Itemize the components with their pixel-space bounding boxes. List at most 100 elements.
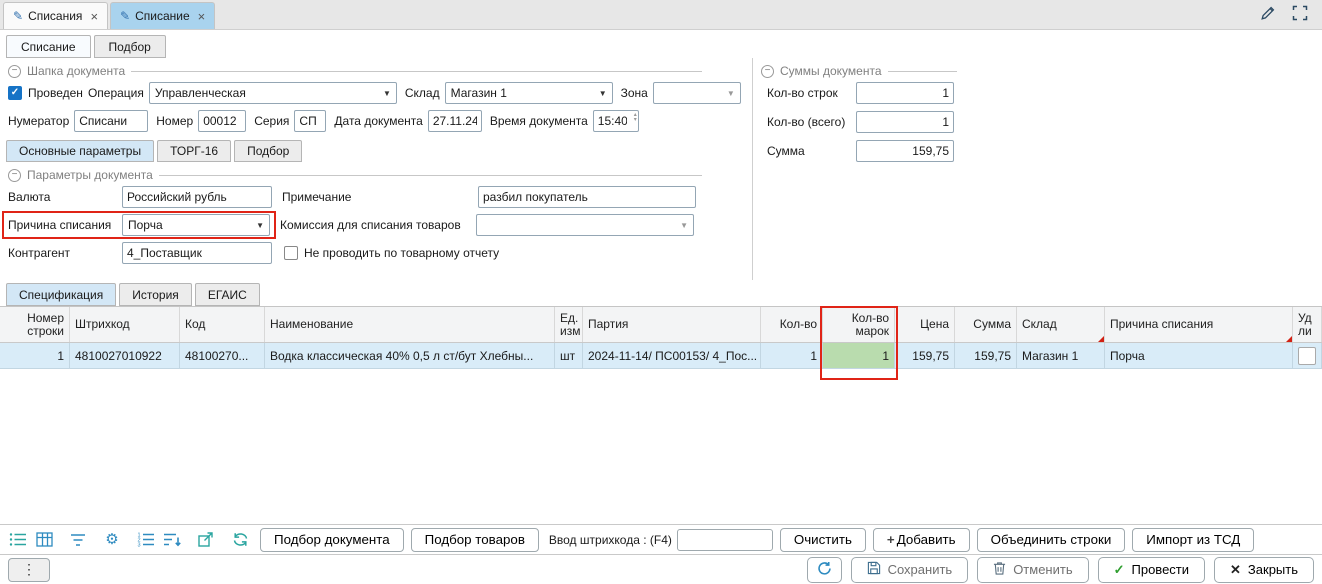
refresh-button[interactable]: [807, 557, 842, 583]
cell-reason[interactable]: Порча: [1105, 343, 1293, 369]
sklad-label: Склад: [405, 86, 440, 100]
list-view-icon[interactable]: [5, 529, 31, 551]
tab-close-icon[interactable]: ×: [90, 9, 98, 24]
zona-select[interactable]: ▼: [653, 82, 741, 104]
column-header-marks[interactable]: Кол-во марок: [823, 307, 895, 342]
time-spinner-icon[interactable]: ▴▾: [634, 113, 637, 123]
nomer-input[interactable]: [198, 110, 246, 132]
collapse-icon[interactable]: −: [8, 65, 21, 78]
window-tab-spisanie[interactable]: ✎ Списание ×: [110, 2, 215, 29]
column-header-sum[interactable]: Сумма: [955, 307, 1017, 342]
fullscreen-icon[interactable]: [1292, 5, 1308, 24]
numbered-list-icon[interactable]: 123: [133, 529, 159, 551]
cancel-button[interactable]: Отменить: [977, 557, 1088, 583]
doc-time-input[interactable]: [593, 110, 639, 132]
clear-button[interactable]: Очистить: [780, 528, 866, 552]
check-icon: ✓: [11, 88, 19, 98]
cell-num[interactable]: 1: [0, 343, 70, 369]
cancel-label: Отменить: [1013, 562, 1072, 577]
table-view-icon[interactable]: [31, 529, 57, 551]
column-header-reason[interactable]: Причина списания: [1105, 307, 1293, 342]
column-header-code[interactable]: Код: [180, 307, 265, 342]
cell-sklad[interactable]: Магазин 1: [1017, 343, 1105, 369]
collapse-icon[interactable]: −: [761, 65, 774, 78]
column-header-name[interactable]: Наименование: [265, 307, 555, 342]
tab-close-icon[interactable]: ×: [198, 9, 206, 24]
komissiya-label: Комиссия для списания товаров: [280, 218, 476, 232]
merge-rows-button[interactable]: Объединить строки: [977, 528, 1126, 552]
document-header-panel: − Шапка документа ✓ Проведен Операция Уп…: [0, 58, 752, 280]
summa-input[interactable]: [856, 140, 954, 162]
column-header-num[interactable]: Номер строки: [0, 307, 70, 342]
tab-torg-16[interactable]: ТОРГ-16: [157, 140, 231, 162]
numerator-input[interactable]: [74, 110, 148, 132]
column-header-delete[interactable]: Уд ли: [1293, 307, 1322, 342]
podbor-documenta-button[interactable]: Подбор документа: [260, 528, 404, 552]
cell-qty[interactable]: 1: [761, 343, 823, 369]
window-tab-spisaniya[interactable]: ✎ Списания ×: [3, 2, 108, 29]
column-header-barcode[interactable]: Штрихкод: [70, 307, 180, 342]
doc-time-label: Время документа: [490, 114, 588, 128]
export-icon[interactable]: [193, 529, 219, 551]
grid-toolbar: ⚙ 123 Подбор документа Подбор товаров Вв…: [0, 524, 1322, 554]
valyuta-label: Валюта: [8, 190, 122, 204]
valyuta-input[interactable]: [122, 186, 272, 208]
rows-count-input[interactable]: [856, 82, 954, 104]
cell-marks-qty[interactable]: 1: [823, 343, 895, 369]
more-menu-button[interactable]: ⋮: [8, 558, 50, 582]
close-button[interactable]: ✕Закрыть: [1214, 557, 1314, 583]
cell-barcode[interactable]: 4810027010922: [70, 343, 180, 369]
sort-lines-icon[interactable]: [159, 529, 185, 551]
sklad-select[interactable]: Магазин 1 ▼: [445, 82, 613, 104]
barcode-input[interactable]: [677, 529, 773, 551]
column-header-unit[interactable]: Ед. изм: [555, 307, 583, 342]
refresh-columns-icon[interactable]: [227, 529, 253, 551]
tab-podbor-2[interactable]: Подбор: [234, 140, 302, 162]
save-icon: [867, 561, 881, 578]
prichina-value: Порча: [128, 218, 163, 232]
operation-select[interactable]: Управленческая ▼: [149, 82, 397, 104]
proveden-checkbox[interactable]: ✓: [8, 86, 22, 100]
cell-sum[interactable]: 159,75: [955, 343, 1017, 369]
section-divider: [131, 71, 702, 72]
cell-code[interactable]: 48100270...: [180, 343, 265, 369]
seriya-input[interactable]: [294, 110, 326, 132]
refresh-icon: [817, 561, 832, 579]
settings-gear-icon[interactable]: ⚙: [99, 529, 125, 551]
tab-specifikaciya[interactable]: Спецификация: [6, 283, 116, 306]
conduct-button[interactable]: ✓Провести: [1098, 557, 1205, 583]
cell-name[interactable]: Водка классическая 40% 0,5 л ст/бут Хлеб…: [265, 343, 555, 369]
edit-pencil-icon[interactable]: [1260, 5, 1276, 24]
save-button[interactable]: Сохранить: [851, 557, 969, 583]
cell-unit[interactable]: шт: [555, 343, 583, 369]
sums-panel: − Суммы документа Кол-во строк Кол-во (в…: [752, 58, 1322, 280]
sums-row-count: Кол-во строк: [753, 82, 1322, 104]
column-header-sklad[interactable]: Склад: [1017, 307, 1105, 342]
table-row[interactable]: 1 4810027010922 48100270... Водка класси…: [0, 343, 1322, 369]
kontragent-input[interactable]: [122, 242, 272, 264]
doc-date-input[interactable]: [428, 110, 482, 132]
tab-istoriya[interactable]: История: [119, 283, 192, 306]
tab-podbor[interactable]: Подбор: [94, 35, 166, 58]
cell-batch[interactable]: 2024-11-14/ ПС00153/ 4_Пос...: [583, 343, 761, 369]
podbor-tovarov-button[interactable]: Подбор товаров: [411, 528, 539, 552]
tab-egais[interactable]: ЕГАИС: [195, 283, 260, 306]
column-header-price[interactable]: Цена: [895, 307, 955, 342]
tab-spisanie[interactable]: Списание: [6, 35, 91, 58]
import-tsd-button[interactable]: Импорт из ТСД: [1132, 528, 1254, 552]
cell-price[interactable]: 159,75: [895, 343, 955, 369]
operation-label: Операция: [88, 86, 144, 100]
qty-total-input[interactable]: [856, 111, 954, 133]
tab-osnovnye-parametry[interactable]: Основные параметры: [6, 140, 154, 162]
no-report-checkbox[interactable]: [284, 246, 298, 260]
primechanie-input[interactable]: [478, 186, 696, 208]
prichina-spisaniya-select[interactable]: Порча ▼: [122, 214, 270, 236]
add-button[interactable]: +Добавить: [873, 528, 970, 552]
collapse-icon[interactable]: −: [8, 169, 21, 182]
row-delete-dropdown[interactable]: [1298, 347, 1316, 365]
chevron-down-icon: ▼: [252, 221, 264, 230]
filter-icon[interactable]: [65, 529, 91, 551]
komissiya-select[interactable]: ▼: [476, 214, 694, 236]
column-header-batch[interactable]: Партия: [583, 307, 761, 342]
column-header-qty[interactable]: Кол-во: [761, 307, 823, 342]
